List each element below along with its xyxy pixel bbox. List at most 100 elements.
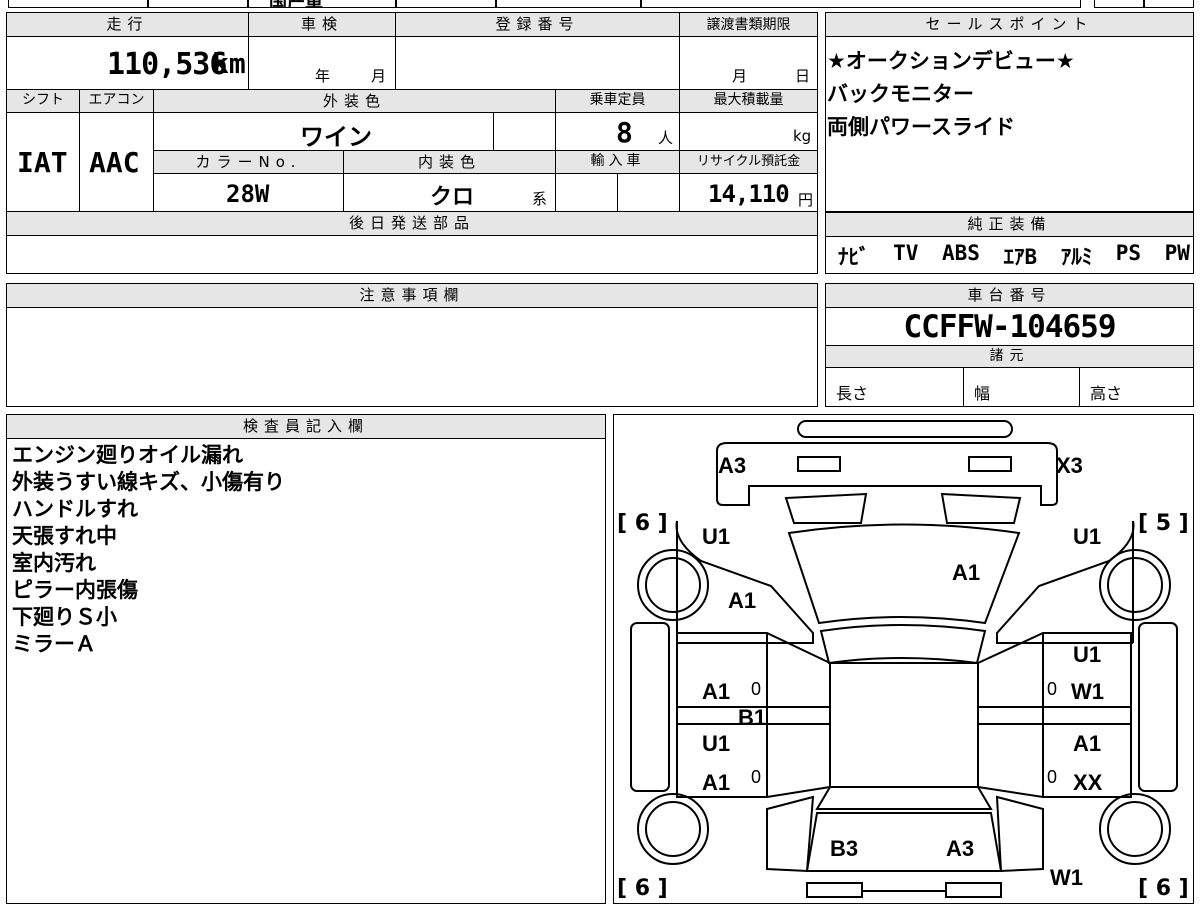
mark-fender-fl: U1 [702,524,731,549]
chassis-box: 車台番号 CCFFW-104659 諸元 長さ 幅 高さ [825,283,1194,407]
mark-bumper-left: A3 [718,453,747,478]
exterior-color-header: 外装色 [154,90,556,113]
mark-zero: 0 [751,679,762,699]
equipment-item: ﾅﾋﾞ [838,245,870,269]
mark-rear-right: A3 [946,836,975,861]
mark-door-rl-top: U1 [702,731,731,756]
mark-hood-left: A1 [728,588,757,613]
equipment-item: ｴｱB [1003,245,1038,269]
sales-points-list: ★オークションデビュー★ バックモニター 両側パワースライド [827,45,1075,144]
mark-door-rr-mid: XX [1073,770,1103,795]
spec-length-cell: 長さ [826,368,964,406]
transfer-deadline-header: 譲渡書類期限 [680,13,817,37]
sales-points-box: セールスポイント ★オークションデビュー★ バックモニター 両側パワースライド [825,12,1194,212]
mark-door-rl-mid: A1 [702,770,731,795]
inspector-line: 下廻りＳ小 [12,605,117,629]
later-parts-cell [7,236,817,273]
import-header: 輸入車 [556,151,680,174]
mark-fender-fr: U1 [1073,524,1102,549]
mileage-unit: km [212,47,246,80]
inspector-box: 検査員記入欄 エンジン廻りオイル漏れ 外装うすい線キズ、小傷有り ハンドルすれ … [6,414,606,904]
sales-point-line: バックモニター [827,82,974,106]
max-load-cell: kg [680,113,817,151]
sales-points-header: セールスポイント [826,13,1193,37]
inspection-cell: 年 月 [249,37,396,90]
car-outline-svg [630,420,1178,898]
import-cell-b [618,174,680,212]
mark-bumper-right: X3 [1056,453,1083,478]
max-load-header: 最大積載量 [680,90,817,113]
mark-door-fl-top: A1 [702,679,731,704]
mark-door-fr-mid: W1 [1071,679,1104,704]
mark-zero: 0 [751,767,762,787]
color-no-value: 28W [226,180,270,208]
equipment-item: ABS [941,241,980,265]
registration-header: 登録番号 [396,13,680,37]
spec-height-cell: 高さ [1090,384,1123,403]
shift-cell: IAT [7,113,80,212]
inspector-lines: エンジン廻りオイル漏れ 外装うすい線キズ、小傷有り ハンドルすれ 天張すれ中 室… [12,442,285,658]
mark-quarter-rr: W1 [1050,865,1083,890]
recycle-cell: 14,110 円 [680,174,817,212]
inspection-header: 車検 [249,13,396,37]
notes-box: 注意事項欄 [6,283,818,407]
mark-zero: 0 [1047,679,1058,699]
top-strip: 国产車 [0,0,1200,10]
specs-header: 諸元 [826,346,1193,368]
later-parts-header: 後日発送部品 [7,212,817,236]
inspector-line: ミラーＡ [12,632,96,656]
equipment-item: ｱﾙﾐ [1060,245,1093,269]
mark-sill-left: B1 [738,705,767,730]
bracket-front-left: [ 6 ] [617,511,668,536]
bracket-rear-right: [ 6 ] [1138,876,1189,901]
inspector-line: ピラー内張傷 [12,578,138,602]
chassis-number: CCFFW-104659 [903,309,1117,345]
chassis-number-cell: CCFFW-104659 [826,308,1193,346]
mark-hood-right: A1 [952,560,981,585]
mark-door-rr-top: A1 [1073,731,1102,756]
sales-point-line: 両側パワースライド [827,115,1015,139]
color-no-header: カラーNo. [154,151,344,174]
mileage-cell: 110,536 km [7,37,249,90]
interior-color-cell: クロ 系 [344,174,556,212]
recycle-value: 14,110 [708,180,790,208]
inspector-line: 室内汚れ [12,551,96,575]
notes-header: 注意事項欄 [7,284,817,308]
inspector-header: 検査員記入欄 [7,415,605,439]
exterior-color-value: ワイン [300,123,372,151]
genuine-equipment-box: 純正装備 ﾅﾋﾞ TV ABS ｴｱB ｱﾙﾐ PS PW [825,212,1194,274]
mark-zero: 0 [1047,767,1058,787]
equipment-item: PW [1164,241,1190,265]
equipment-item: PS [1115,241,1142,265]
mark-rear-left: B3 [830,836,859,861]
aircon-value: AAC [89,146,140,179]
inspector-line: エンジン廻りオイル漏れ [12,443,243,467]
exterior-color-cell: ワイン [154,113,494,151]
bracket-rear-left: [ 6 ] [617,876,668,901]
exterior-color-extra [494,113,556,151]
mileage-header: 走行 [7,13,249,37]
capacity-value: 8 [616,116,633,149]
mileage-value: 110,536 [107,47,227,82]
equipment-item: TV [893,241,919,265]
genuine-equipment-list: ﾅﾋﾞ TV ABS ｴｱB ｱﾙﾐ PS PW [838,241,1190,271]
inspector-line: 外装うすい線キズ、小傷有り [12,470,285,494]
recycle-header: リサイクル預託金 [680,151,817,174]
interior-color-header: 内装色 [344,151,556,174]
interior-color-value: クロ [430,185,475,210]
transfer-deadline-cell: 月 日 [680,37,817,90]
shift-value: IAT [17,146,68,179]
car-diagram: [ 6 ] [ 5 ] [ 6 ] [ 6 ] A3 X3 U1 U1 A1 A… [613,414,1194,904]
aircon-cell: AAC [80,113,154,212]
mark-door-fr-top: U1 [1073,642,1102,667]
top-strip-partial: 国产車 [248,0,396,8]
inspector-line: ハンドルすれ [12,497,138,521]
registration-cell [396,37,680,90]
capacity-cell: 8 人 [556,113,680,151]
color-no-cell: 28W [154,174,344,212]
vehicle-info-grid: 走行 車検 登録番号 譲渡書類期限 110,536 km 年 月 月 日 シフト… [6,12,818,274]
capacity-header: 乗車定員 [556,90,680,113]
spec-width-cell: 幅 [964,368,1080,406]
shift-header: シフト [7,90,80,113]
sales-point-line: ★オークションデビュー★ [827,49,1075,73]
